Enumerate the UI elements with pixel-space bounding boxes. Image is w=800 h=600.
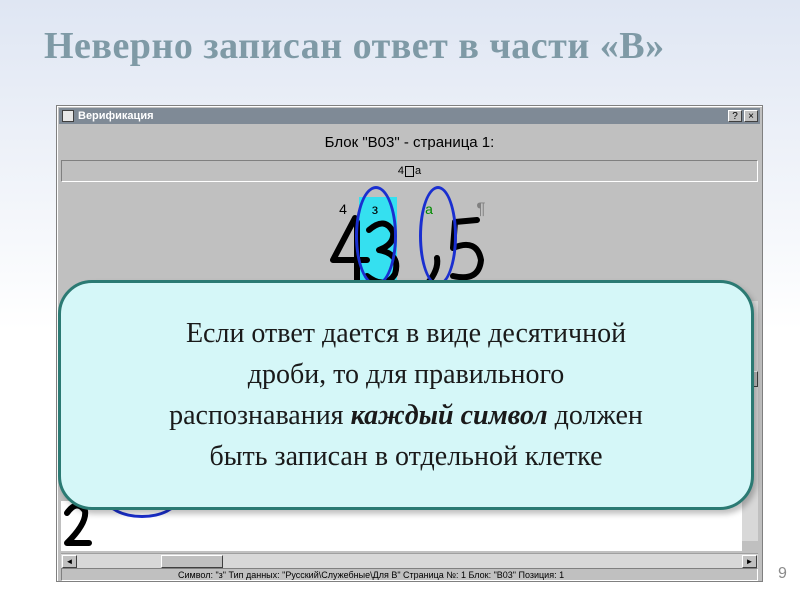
explanation-callout: Если ответ дается в виде десятичной дроб… — [58, 280, 754, 510]
field-text-right: а — [415, 165, 422, 177]
field-text-left: 4 — [397, 165, 404, 177]
window-titlebar: Верификация ? × — [59, 108, 760, 124]
callout-line: должен — [547, 400, 643, 431]
scroll-right-arrow-icon[interactable]: ► — [742, 555, 757, 568]
horizontal-scroll-thumb[interactable] — [161, 555, 223, 568]
page-number: 9 — [778, 565, 787, 582]
app-icon — [62, 110, 74, 122]
highlight-oval — [355, 186, 397, 286]
window-title: Верификация — [78, 110, 154, 122]
highlight-oval — [419, 186, 457, 286]
help-button[interactable]: ? — [728, 110, 742, 122]
slide-title: Неверно записан ответ в части «В» — [44, 25, 665, 67]
close-button[interactable]: × — [744, 110, 758, 122]
callout-line: быть записан в отдельной клетке — [209, 441, 603, 472]
callout-line: дроби, то для правильного — [247, 359, 565, 390]
callout-line: распознавания — [169, 400, 351, 431]
block-header: Блок "В03" - страница 1: — [324, 134, 495, 151]
status-bar: Символ: "з" Тип данных: "Русский\Служебн… — [61, 568, 758, 581]
horizontal-scrollbar[interactable]: ◄ ► — [61, 553, 758, 568]
callout-emphasis: каждый символ — [350, 400, 548, 431]
cursor-box-icon — [405, 165, 414, 177]
recognized-field[interactable]: 4а — [61, 160, 758, 182]
callout-line: Если ответ дается в виде десятичной — [185, 318, 627, 349]
callout-text: Если ответ дается в виде десятичной дроб… — [86, 313, 726, 477]
scroll-left-arrow-icon[interactable]: ◄ — [62, 555, 77, 568]
